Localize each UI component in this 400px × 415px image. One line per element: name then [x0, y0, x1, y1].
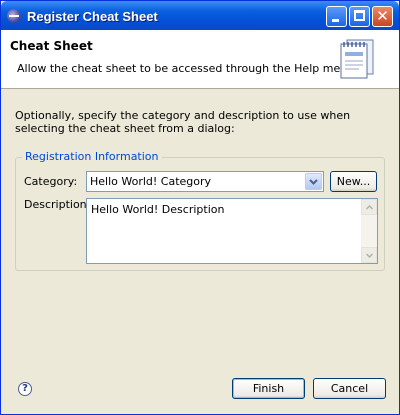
maximize-icon — [354, 10, 365, 21]
scroll-up-button[interactable] — [361, 199, 377, 215]
close-button[interactable]: ✕ — [372, 6, 393, 27]
intro-text: Optionally, specify the category and des… — [15, 109, 351, 135]
title-bar[interactable]: Register Cheat Sheet ✕ — [1, 1, 399, 30]
close-icon: ✕ — [376, 7, 389, 25]
maximize-button[interactable] — [349, 6, 370, 27]
finish-button[interactable]: Finish — [232, 378, 305, 399]
page-title: Cheat Sheet — [10, 39, 93, 53]
description-textarea[interactable]: Hello World! Description — [86, 198, 378, 264]
chevron-down-icon — [366, 253, 373, 258]
description-value: Hello World! Description — [91, 203, 225, 216]
chevron-down-icon — [309, 179, 318, 185]
minimize-button[interactable] — [326, 6, 347, 27]
new-category-button[interactable]: New... — [330, 171, 377, 192]
group-label: Registration Information — [22, 150, 162, 163]
window-title: Register Cheat Sheet — [27, 9, 158, 24]
cancel-button[interactable]: Cancel — [313, 378, 386, 399]
category-label: Category: — [24, 175, 78, 188]
registration-group: Registration Information Category: Hello… — [15, 150, 385, 271]
register-cheat-sheet-dialog: Register Cheat Sheet ✕ Cheat Sheet Allow… — [0, 0, 400, 415]
category-value: Hello World! Category — [90, 175, 212, 188]
chevron-up-icon — [366, 205, 373, 210]
minimize-icon — [332, 19, 339, 22]
category-combo[interactable]: Hello World! Category — [86, 171, 324, 192]
wizard-header: Cheat Sheet Allow the cheat sheet to be … — [1, 30, 399, 89]
eclipse-app-icon — [7, 9, 21, 23]
scroll-down-button[interactable] — [361, 247, 377, 263]
help-icon[interactable]: ? — [18, 382, 32, 396]
cheat-sheet-wizard-icon — [340, 39, 374, 79]
page-description: Allow the cheat sheet to be accessed thr… — [17, 62, 355, 75]
combo-dropdown-button[interactable] — [305, 173, 322, 190]
description-label: Description: — [24, 198, 91, 211]
description-scrollbar[interactable] — [361, 199, 377, 263]
